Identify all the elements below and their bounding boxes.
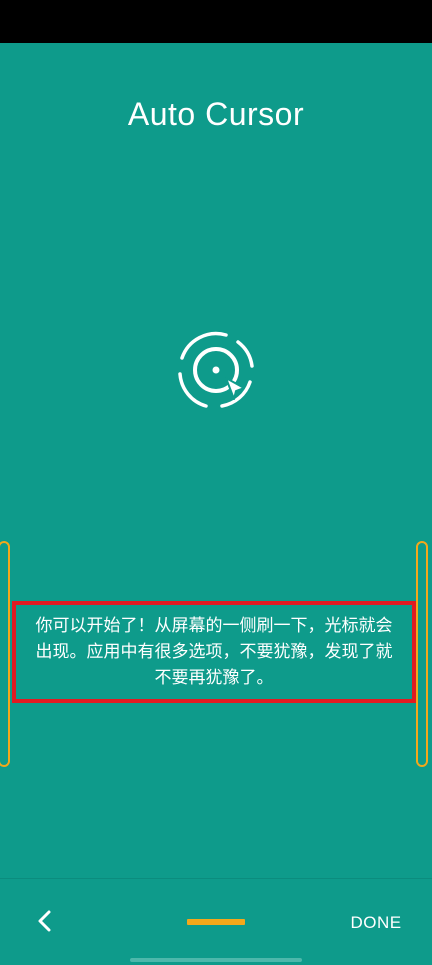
- auto-cursor-logo-icon: [178, 331, 254, 408]
- left-edge-trigger-zone: [0, 541, 10, 767]
- right-edge-trigger-zone: [416, 541, 428, 767]
- done-button[interactable]: DONE: [338, 909, 414, 937]
- status-bar: [0, 0, 432, 43]
- chevron-left-icon: [38, 910, 51, 932]
- home-gesture-bar[interactable]: [130, 958, 302, 962]
- page-indicator: [187, 919, 245, 925]
- page-title: Auto Cursor: [127, 96, 305, 132]
- onboarding-message-highlight: 你可以开始了！从屏幕的一侧刷一下，光标就会出现。应用中有很多选项，不要犹豫，发现…: [12, 601, 416, 703]
- onboarding-message: 你可以开始了！从屏幕的一侧刷一下，光标就会出现。应用中有很多选项，不要犹豫，发现…: [35, 616, 393, 688]
- bottom-navigation-bar: DONE: [0, 878, 432, 965]
- back-button[interactable]: [28, 905, 60, 937]
